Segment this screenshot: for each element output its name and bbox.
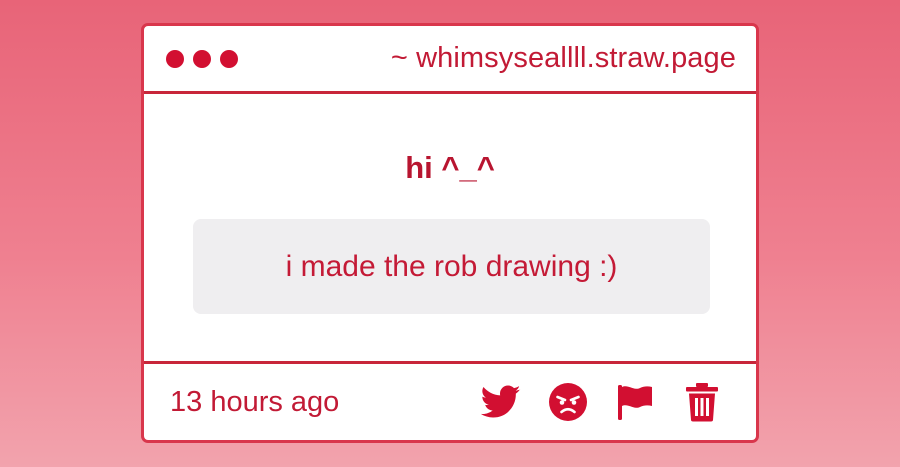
report-button[interactable] — [615, 382, 655, 422]
page-url[interactable]: ~ whimsyseallll.straw.page — [391, 42, 736, 75]
delete-button[interactable] — [682, 382, 722, 422]
question-text: hi ^_^ — [405, 150, 495, 185]
close-dot[interactable] — [166, 49, 184, 68]
minimize-dot[interactable] — [193, 49, 211, 68]
timestamp: 13 hours ago — [170, 385, 340, 418]
post-content: hi ^_^ i made the rob drawing :) — [144, 94, 756, 364]
angry-react-button[interactable] — [548, 382, 588, 422]
share-twitter-button[interactable] — [481, 382, 521, 422]
action-bar — [481, 382, 722, 422]
twitter-icon — [481, 385, 521, 418]
angry-face-icon — [549, 383, 587, 421]
answer-text: i made the rob drawing :) — [285, 249, 618, 283]
post-footer: 13 hours ago — [144, 364, 756, 440]
trash-icon — [686, 383, 718, 422]
answer-box: i made the rob drawing :) — [193, 219, 710, 314]
flag-icon — [618, 385, 652, 420]
maximize-dot[interactable] — [220, 49, 238, 68]
window-dots — [166, 49, 238, 68]
window-titlebar: ~ whimsyseallll.straw.page — [144, 26, 756, 94]
post-card: ~ whimsyseallll.straw.page hi ^_^ i made… — [141, 23, 759, 443]
